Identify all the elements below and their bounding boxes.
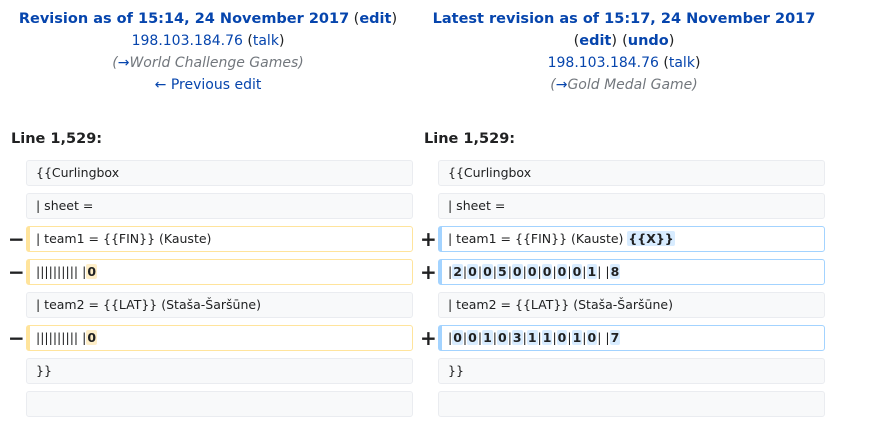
added-inline-text: 0 xyxy=(482,264,493,279)
added-inline-text: 0 xyxy=(526,264,538,279)
right-summary-text: Gold Medal Game xyxy=(567,77,693,93)
context-line-right: | team2 = {{LAT}} (Staša-Šaršūne) xyxy=(438,292,825,318)
context-line-right: | sheet = xyxy=(438,193,825,219)
added-line-text: | team1 = {{FIN}} (Kauste) xyxy=(448,231,624,246)
added-line-text: | xyxy=(582,330,587,345)
deleted-line-marker: − xyxy=(8,227,25,251)
added-inline-text: 0 xyxy=(496,330,508,345)
added-inline-text: 0 xyxy=(452,330,463,345)
context-line-right: }} xyxy=(438,358,825,384)
added-inline-text: 1 xyxy=(482,330,493,345)
deleted-line-marker: − xyxy=(8,326,25,350)
deleted-line-text: |||||||||| | xyxy=(36,264,87,279)
context-line-right xyxy=(438,391,825,417)
added-inline-text: 1 xyxy=(541,330,553,345)
deleted-inline-text: 0 xyxy=(86,264,98,279)
deleted-line: |||||||||| |0 xyxy=(26,259,413,285)
added-line-text: | xyxy=(567,264,572,279)
added-inline-text: 0 xyxy=(571,264,583,279)
added-inline-text: 3 xyxy=(511,330,523,345)
context-line-right: {{Curlingbox xyxy=(438,160,825,186)
left-edit-link[interactable]: edit xyxy=(359,11,391,27)
added-inline-text: 1 xyxy=(526,330,538,345)
added-line: |2|0|0|5|0|0|0|0|0|1| |8 xyxy=(438,259,825,285)
added-line-text: | | xyxy=(597,330,610,345)
added-inline-text: 1 xyxy=(586,264,598,279)
deleted-line: |||||||||| |0 xyxy=(26,325,413,351)
right-talk-link[interactable]: talk xyxy=(669,55,695,71)
added-line-marker: + xyxy=(420,260,437,284)
right-revision-title-link[interactable]: Latest revision as of 15:17, 24 November… xyxy=(433,11,816,27)
context-line-left: }} xyxy=(26,358,413,384)
added-inline-text: 1 xyxy=(571,330,583,345)
added-inline-text: 5 xyxy=(496,264,508,279)
deleted-line-text: | team1 = {{FIN}} (Kauste) xyxy=(36,231,212,246)
added-inline-text: 0 xyxy=(467,264,478,279)
deleted-inline-text: 0 xyxy=(86,330,98,345)
added-line-text: | xyxy=(582,264,587,279)
right-edit-summary: (→Gold Medal Game) xyxy=(550,77,698,93)
left-section-arrow-link[interactable]: → xyxy=(118,55,130,71)
added-line-text: | | xyxy=(597,264,610,279)
right-revision-header: Latest revision as of 15:17, 24 November… xyxy=(424,8,824,96)
right-line-number: Line 1,529: xyxy=(424,131,516,147)
left-user-link[interactable]: 198.103.184.76 xyxy=(132,33,243,49)
left-edit-summary: (→World Challenge Games) xyxy=(112,55,304,71)
right-edit-link[interactable]: edit xyxy=(579,33,611,49)
previous-edit-link[interactable]: ← Previous edit xyxy=(155,77,262,93)
added-inline-text: 0 xyxy=(556,330,568,345)
right-section-arrow-link[interactable]: → xyxy=(556,77,568,93)
context-line-left: | sheet = xyxy=(26,193,413,219)
context-line-left xyxy=(26,391,413,417)
added-line-marker: + xyxy=(420,326,437,350)
added-inline-text: 0 xyxy=(467,330,478,345)
added-inline-text: 0 xyxy=(511,264,523,279)
added-inline-text: 2 xyxy=(452,264,463,279)
undo-link[interactable]: undo xyxy=(628,33,669,49)
left-summary-text: World Challenge Games xyxy=(129,55,299,71)
right-user-link[interactable]: 198.103.184.76 xyxy=(548,55,659,71)
added-inline-text: {{X}} xyxy=(627,231,675,246)
left-talk-link[interactable]: talk xyxy=(253,33,279,49)
deleted-line-text: |||||||||| | xyxy=(36,330,87,345)
added-line-text: | xyxy=(567,330,572,345)
left-revision-header: Revision as of 15:14, 24 November 2017 (… xyxy=(12,8,404,96)
deleted-line-marker: − xyxy=(8,260,25,284)
added-line-marker: + xyxy=(420,227,437,251)
context-line-left: {{Curlingbox xyxy=(26,160,413,186)
added-line: |0|0|1|0|3|1|1|0|1|0| |7 xyxy=(438,325,825,351)
deleted-line: | team1 = {{FIN}} (Kauste) xyxy=(26,226,413,252)
added-inline-text: 8 xyxy=(609,264,621,279)
added-inline-text: 7 xyxy=(609,330,621,345)
context-line-left: | team2 = {{LAT}} (Staša-Šaršūne) xyxy=(26,292,413,318)
left-line-number: Line 1,529: xyxy=(11,131,103,147)
added-inline-text: 0 xyxy=(556,264,568,279)
added-inline-text: 0 xyxy=(586,330,598,345)
added-line: | team1 = {{FIN}} (Kauste) {{X}} xyxy=(438,226,825,252)
added-inline-text: 0 xyxy=(541,264,553,279)
left-revision-title-link[interactable]: Revision as of 15:14, 24 November 2017 xyxy=(19,11,349,27)
